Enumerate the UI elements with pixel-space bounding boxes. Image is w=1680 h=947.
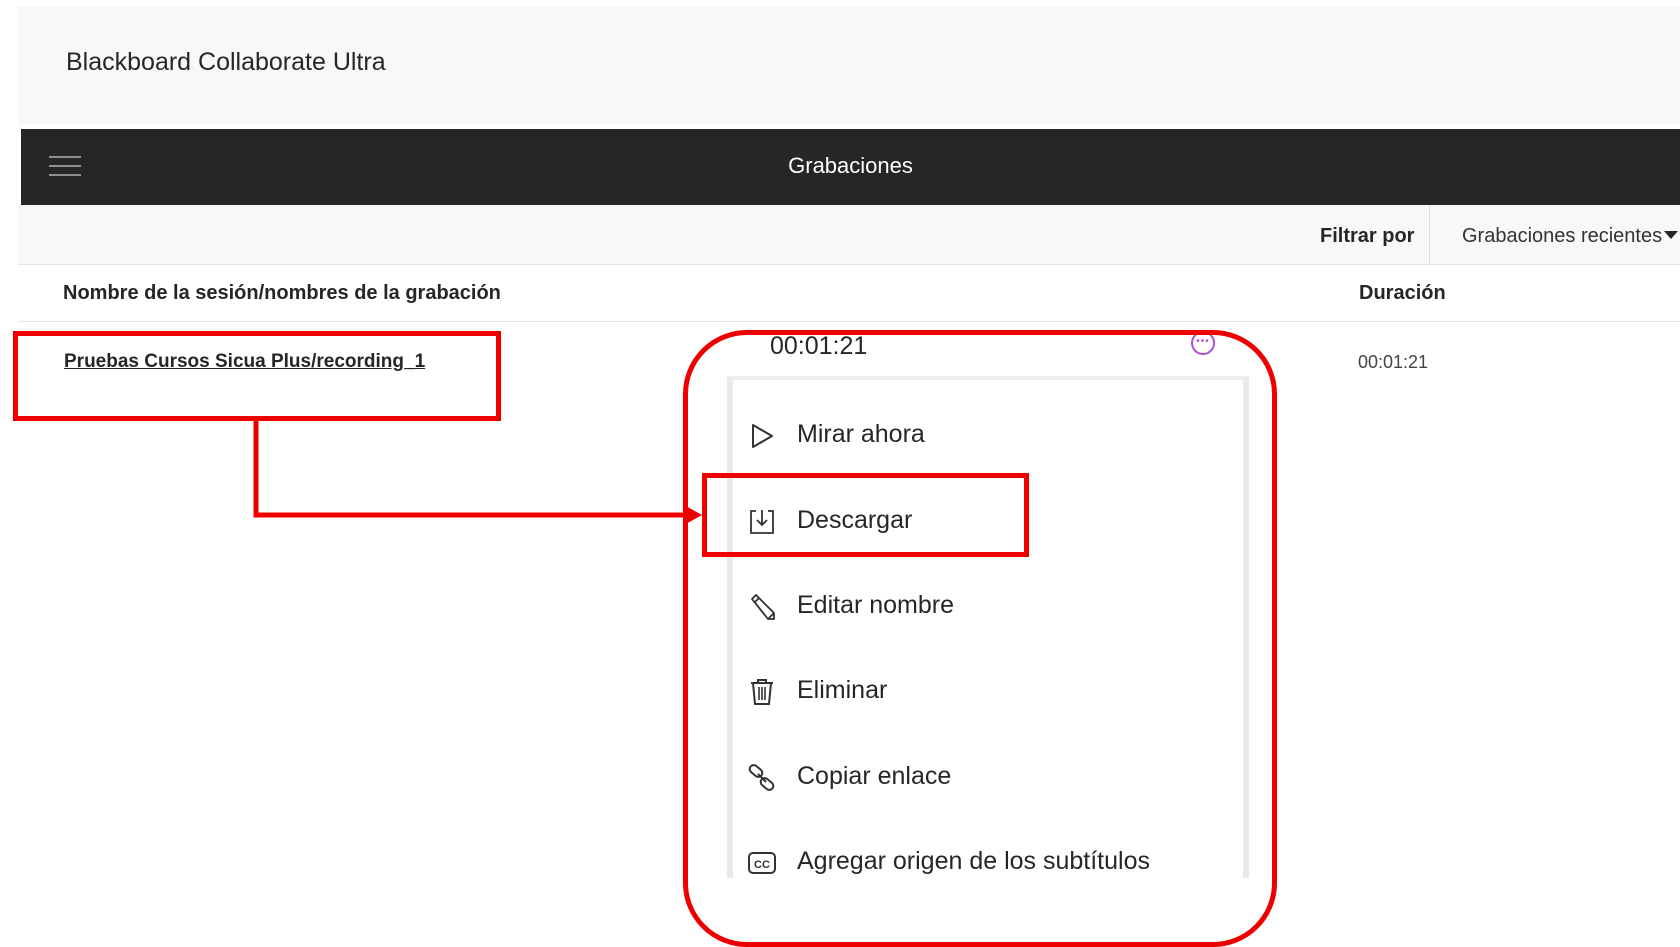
caret-down-icon: [1664, 231, 1678, 239]
filter-dropdown[interactable]: Grabaciones recientes: [1446, 205, 1680, 264]
filter-divider: [1429, 205, 1430, 264]
highlight-context-menu: [683, 330, 1277, 947]
column-header-session-name[interactable]: Nombre de la sesión/nombres de la grabac…: [63, 282, 501, 305]
filter-selected-value: Grabaciones recientes: [1462, 225, 1663, 247]
page-title: Grabaciones: [788, 153, 913, 178]
top-navigation-bar: Grabaciones: [21, 129, 1680, 205]
column-header-duration[interactable]: Duración: [1359, 282, 1446, 305]
recording-duration: 00:01:21: [1358, 352, 1429, 372]
highlight-recording-name: [13, 331, 501, 421]
app-title: Blackboard Collaborate Ultra: [66, 48, 386, 76]
filter-bar: Filtrar por Grabaciones recientes: [18, 205, 1680, 265]
app-title-bar: Blackboard Collaborate Ultra: [18, 6, 1680, 124]
filter-label: Filtrar por: [1320, 225, 1415, 247]
header-divider: [18, 321, 1680, 322]
